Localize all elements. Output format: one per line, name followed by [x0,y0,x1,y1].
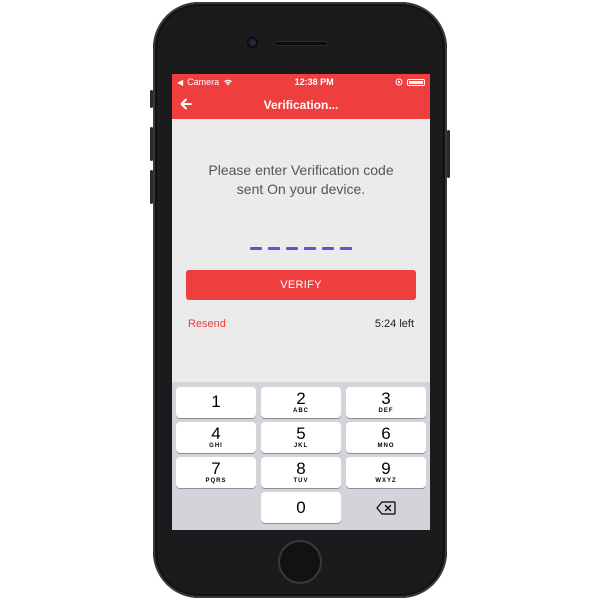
nav-bar: Verification... [172,90,430,119]
code-digit-slot [304,247,316,250]
key-number: 4 [211,423,221,443]
key-letters: DEF [378,407,394,414]
key-6[interactable]: 6 MNO [346,422,426,453]
status-left: ◀ Camera [177,77,233,87]
key-blank [176,492,256,523]
keypad-row: 4 GHI 5 JKL 6 MNO [176,422,426,453]
key-7[interactable]: 7 PQRS [176,457,256,488]
key-4[interactable]: 4 GHI [176,422,256,453]
key-9[interactable]: 9 WXYZ [346,457,426,488]
instruction-line-1: Please enter Verification code [208,162,394,178]
page-title: Verification... [263,97,339,112]
key-number: 5 [296,423,306,443]
key-1[interactable]: 1 [176,387,256,418]
code-digit-slot [340,247,352,250]
home-button[interactable] [278,540,322,584]
keypad-row: 7 PQRS 8 TUV 9 WXYZ [176,457,426,488]
carrier-label: Camera [187,77,220,87]
resend-row: Resend 5:24 left [188,318,414,330]
back-to-app-icon[interactable]: ◀ [177,78,183,87]
code-digit-slot [322,247,334,250]
numeric-keypad: 1 2 ABC 3 DEF 4 GHI 5 JKL 6 MNO 7 PQRS 8… [172,382,430,530]
backspace-icon [376,500,396,515]
key-number: 9 [381,458,391,478]
keypad-row: 0 [176,492,426,523]
back-arrow-icon[interactable] [178,96,194,112]
resend-link[interactable]: Resend [188,318,226,330]
key-3[interactable]: 3 DEF [346,387,426,418]
delete-key[interactable] [346,492,426,523]
key-0[interactable]: 0 [261,492,341,523]
front-camera [249,39,256,46]
volume-down-button [150,170,153,204]
key-letters: ABC [293,407,309,414]
key-number: 0 [296,497,306,517]
code-digit-slot [250,247,262,250]
key-number: 6 [381,423,391,443]
keypad-row: 1 2 ABC 3 DEF [176,387,426,418]
key-letters: MNO [377,442,395,449]
key-number: 1 [211,392,221,411]
key-number: 8 [296,458,306,478]
key-8[interactable]: 8 TUV [261,457,341,488]
status-bar: ◀ Camera 12:38 PM [172,74,430,90]
instruction-text: Please enter Verification code sent On y… [172,161,430,199]
clock: 12:38 PM [294,77,334,87]
key-letters: PQRS [205,477,227,484]
code-digit-slot [268,247,280,250]
code-digit-slot [286,247,298,250]
verification-code-input[interactable] [172,247,430,250]
key-letters: TUV [293,477,309,484]
key-letters: WXYZ [375,477,397,484]
countdown-timer: 5:24 left [374,318,414,330]
battery-icon [406,78,425,86]
verify-button[interactable]: VERIFY [186,270,416,300]
mute-switch [150,90,153,108]
phone-frame: ◀ Camera 12:38 PM Verification... Please… [150,2,450,598]
key-5[interactable]: 5 JKL [261,422,341,453]
key-letters: GHI [209,442,223,449]
screen: ◀ Camera 12:38 PM Verification... Please… [172,74,430,530]
wifi-icon [224,79,233,86]
earpiece-speaker [274,41,328,46]
screen-rotation-lock-icon [395,78,403,86]
key-number: 7 [211,458,221,478]
power-button [447,130,450,178]
key-number: 3 [381,388,391,408]
instruction-line-2: sent On your device. [236,181,366,197]
volume-up-button [150,127,153,161]
key-2[interactable]: 2 ABC [261,387,341,418]
key-number: 2 [296,388,306,408]
key-letters: JKL [293,442,309,449]
status-right [395,78,425,86]
